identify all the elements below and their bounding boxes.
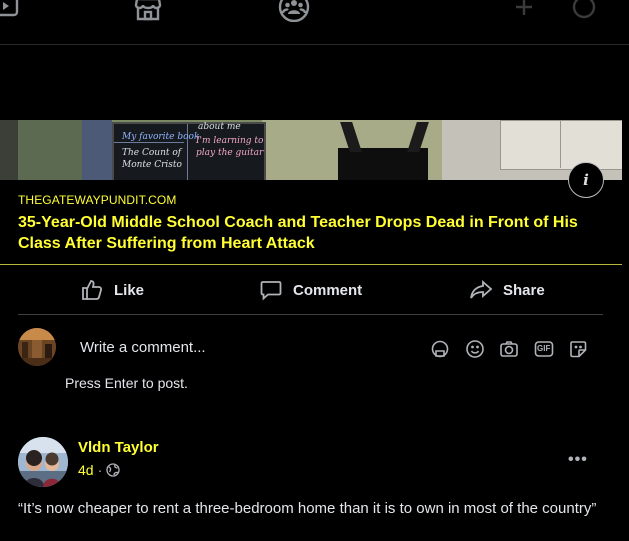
gif-label: GIF	[537, 344, 551, 353]
marketplace-icon[interactable]	[131, 0, 165, 22]
post-action-bar: Like Comment Share	[18, 272, 603, 308]
globe-icon	[106, 463, 120, 477]
chalkboard-text: about me	[198, 122, 241, 132]
chalkboard-sign: My favorite book The Count of Monte Cris…	[112, 122, 266, 180]
comment-input[interactable]: Write a comment... GIF	[65, 329, 603, 365]
press-enter-hint: Press Enter to post.	[65, 375, 188, 391]
gif-icon[interactable]: GIF	[534, 339, 554, 359]
sticker-icon[interactable]	[568, 339, 588, 359]
author-avatar[interactable]	[18, 437, 68, 487]
info-button[interactable]: i	[568, 162, 604, 198]
actions-divider	[18, 314, 603, 315]
share-icon	[470, 280, 493, 299]
comment-label: Comment	[293, 281, 363, 299]
groups-icon[interactable]	[277, 0, 311, 22]
camera-icon[interactable]	[499, 339, 519, 359]
thumbs-up-icon	[82, 280, 103, 300]
comment-button[interactable]: Comment	[259, 272, 362, 308]
link-source[interactable]: THEGATEWAYPUNDIT.COM	[18, 193, 176, 207]
avatar-sticker-icon[interactable]	[430, 339, 450, 359]
current-user-avatar[interactable]	[18, 328, 56, 366]
share-label: Share	[503, 281, 545, 299]
meta-separator: ·	[97, 462, 103, 478]
author-name[interactable]: Vldn Taylor	[78, 439, 159, 456]
share-button[interactable]: Share	[469, 272, 545, 308]
chalkboard-text: Monte Cristo	[122, 160, 182, 170]
post-text: “It’s now cheaper to rent a three-bedroo…	[18, 500, 597, 517]
post-meta: 4d ·	[78, 462, 120, 478]
info-icon: i	[583, 171, 589, 189]
more-options-button[interactable]: •••	[568, 451, 594, 469]
top-navigation-bar	[0, 0, 629, 45]
link-preview-image[interactable]: My favorite book The Count of Monte Cris…	[0, 120, 622, 180]
like-button[interactable]: Like	[80, 272, 144, 308]
post-timestamp[interactable]: 4d	[78, 462, 94, 478]
messenger-icon[interactable]	[567, 0, 601, 22]
chalkboard-text: The Count of	[122, 148, 182, 158]
link-divider	[0, 264, 622, 265]
like-label: Like	[114, 281, 145, 299]
comment-placeholder: Write a comment...	[80, 339, 206, 356]
link-title[interactable]: 35-Year-Old Middle School Coach and Teac…	[18, 212, 578, 254]
video-icon[interactable]	[0, 0, 24, 22]
add-icon[interactable]	[507, 0, 541, 22]
emoji-icon[interactable]	[465, 339, 485, 359]
chalkboard-text: I'm learning to	[196, 136, 264, 146]
chalkboard-text: play the guitar	[196, 148, 264, 158]
chalkboard-text: My favorite book	[122, 132, 200, 142]
comment-icon	[260, 281, 282, 301]
